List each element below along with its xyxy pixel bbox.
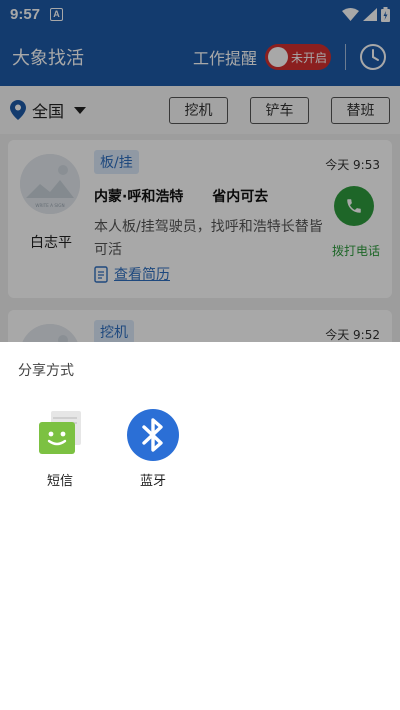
modal-scrim[interactable] bbox=[0, 0, 400, 342]
share-sheet: 分享方式 短信 蓝牙 bbox=[0, 342, 400, 710]
share-option-label: 短信 bbox=[46, 474, 73, 489]
share-sheet-title: 分享方式 bbox=[18, 363, 74, 379]
share-option-label: 蓝牙 bbox=[139, 474, 166, 489]
share-option-bluetooth[interactable]: 蓝牙 bbox=[118, 408, 188, 489]
share-option-sms[interactable]: 短信 bbox=[25, 408, 95, 489]
sms-icon bbox=[39, 411, 81, 454]
bluetooth-icon bbox=[127, 409, 179, 461]
